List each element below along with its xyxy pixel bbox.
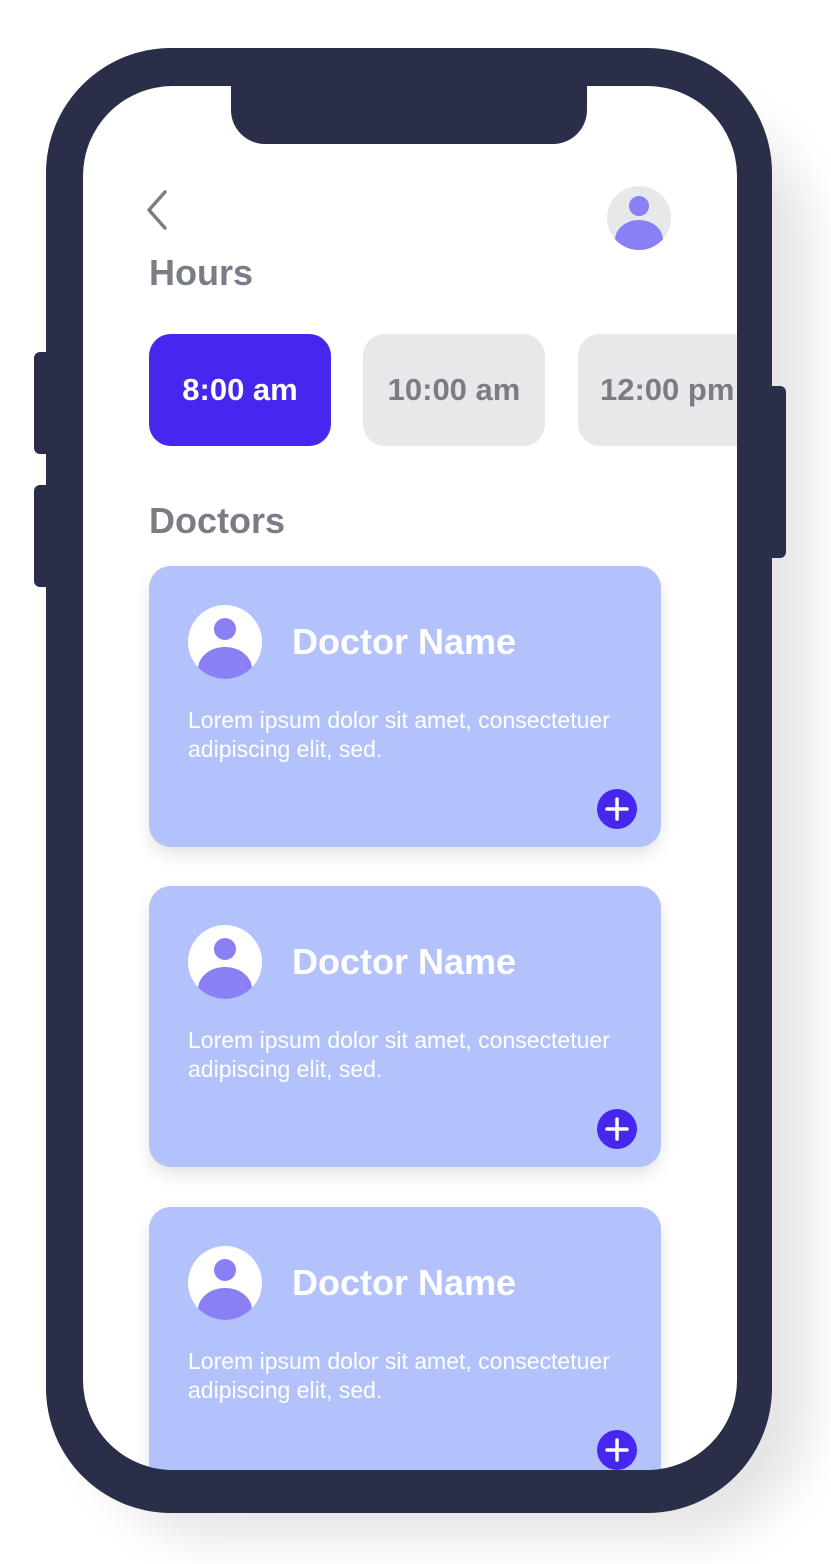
phone-notch bbox=[231, 86, 587, 144]
doctor-avatar bbox=[188, 925, 262, 999]
plus-icon bbox=[605, 797, 629, 821]
chevron-left-icon[interactable] bbox=[141, 188, 181, 232]
hours-slot-list: 8:00 am 10:00 am 12:00 pm bbox=[149, 334, 737, 446]
user-icon bbox=[198, 938, 252, 999]
doctor-description: Lorem ipsum dolor sit amet, consectetuer… bbox=[188, 1348, 610, 1403]
app-screen: Hours 8:00 am 10:00 am 12:00 pm Doctors … bbox=[83, 86, 737, 1470]
hour-slot-1200pm[interactable]: 12:00 pm bbox=[578, 334, 737, 446]
plus-icon bbox=[605, 1438, 629, 1462]
doctor-avatar bbox=[188, 605, 262, 679]
doctor-name: Doctor Name bbox=[292, 621, 517, 662]
doctor-card[interactable]: Doctor Name Lorem ipsum dolor sit amet, … bbox=[149, 566, 661, 847]
user-icon bbox=[615, 196, 663, 250]
profile-avatar[interactable] bbox=[607, 186, 671, 250]
doctor-name: Doctor Name bbox=[292, 941, 517, 982]
hours-title: Hours bbox=[149, 252, 254, 293]
user-icon bbox=[198, 618, 252, 679]
add-doctor-button[interactable] bbox=[597, 789, 637, 829]
doctor-avatar bbox=[188, 1246, 262, 1320]
add-doctor-button[interactable] bbox=[597, 1430, 637, 1470]
doctor-card[interactable]: Doctor Name Lorem ipsum dolor sit amet, … bbox=[149, 1207, 661, 1470]
user-icon bbox=[198, 1259, 252, 1320]
doctors-title: Doctors bbox=[149, 500, 286, 541]
hour-slot-1000am[interactable]: 10:00 am bbox=[363, 334, 545, 446]
doctor-description: Lorem ipsum dolor sit amet, consectetuer… bbox=[188, 707, 610, 762]
doctor-description: Lorem ipsum dolor sit amet, consectetuer… bbox=[188, 1027, 610, 1082]
hour-slot-800am[interactable]: 8:00 am bbox=[149, 334, 331, 446]
plus-icon bbox=[605, 1117, 629, 1141]
doctor-card[interactable]: Doctor Name Lorem ipsum dolor sit amet, … bbox=[149, 886, 661, 1167]
stage: Hours 8:00 am 10:00 am 12:00 pm Doctors … bbox=[0, 0, 831, 1564]
add-doctor-button[interactable] bbox=[597, 1109, 637, 1149]
doctor-name: Doctor Name bbox=[292, 1262, 517, 1303]
